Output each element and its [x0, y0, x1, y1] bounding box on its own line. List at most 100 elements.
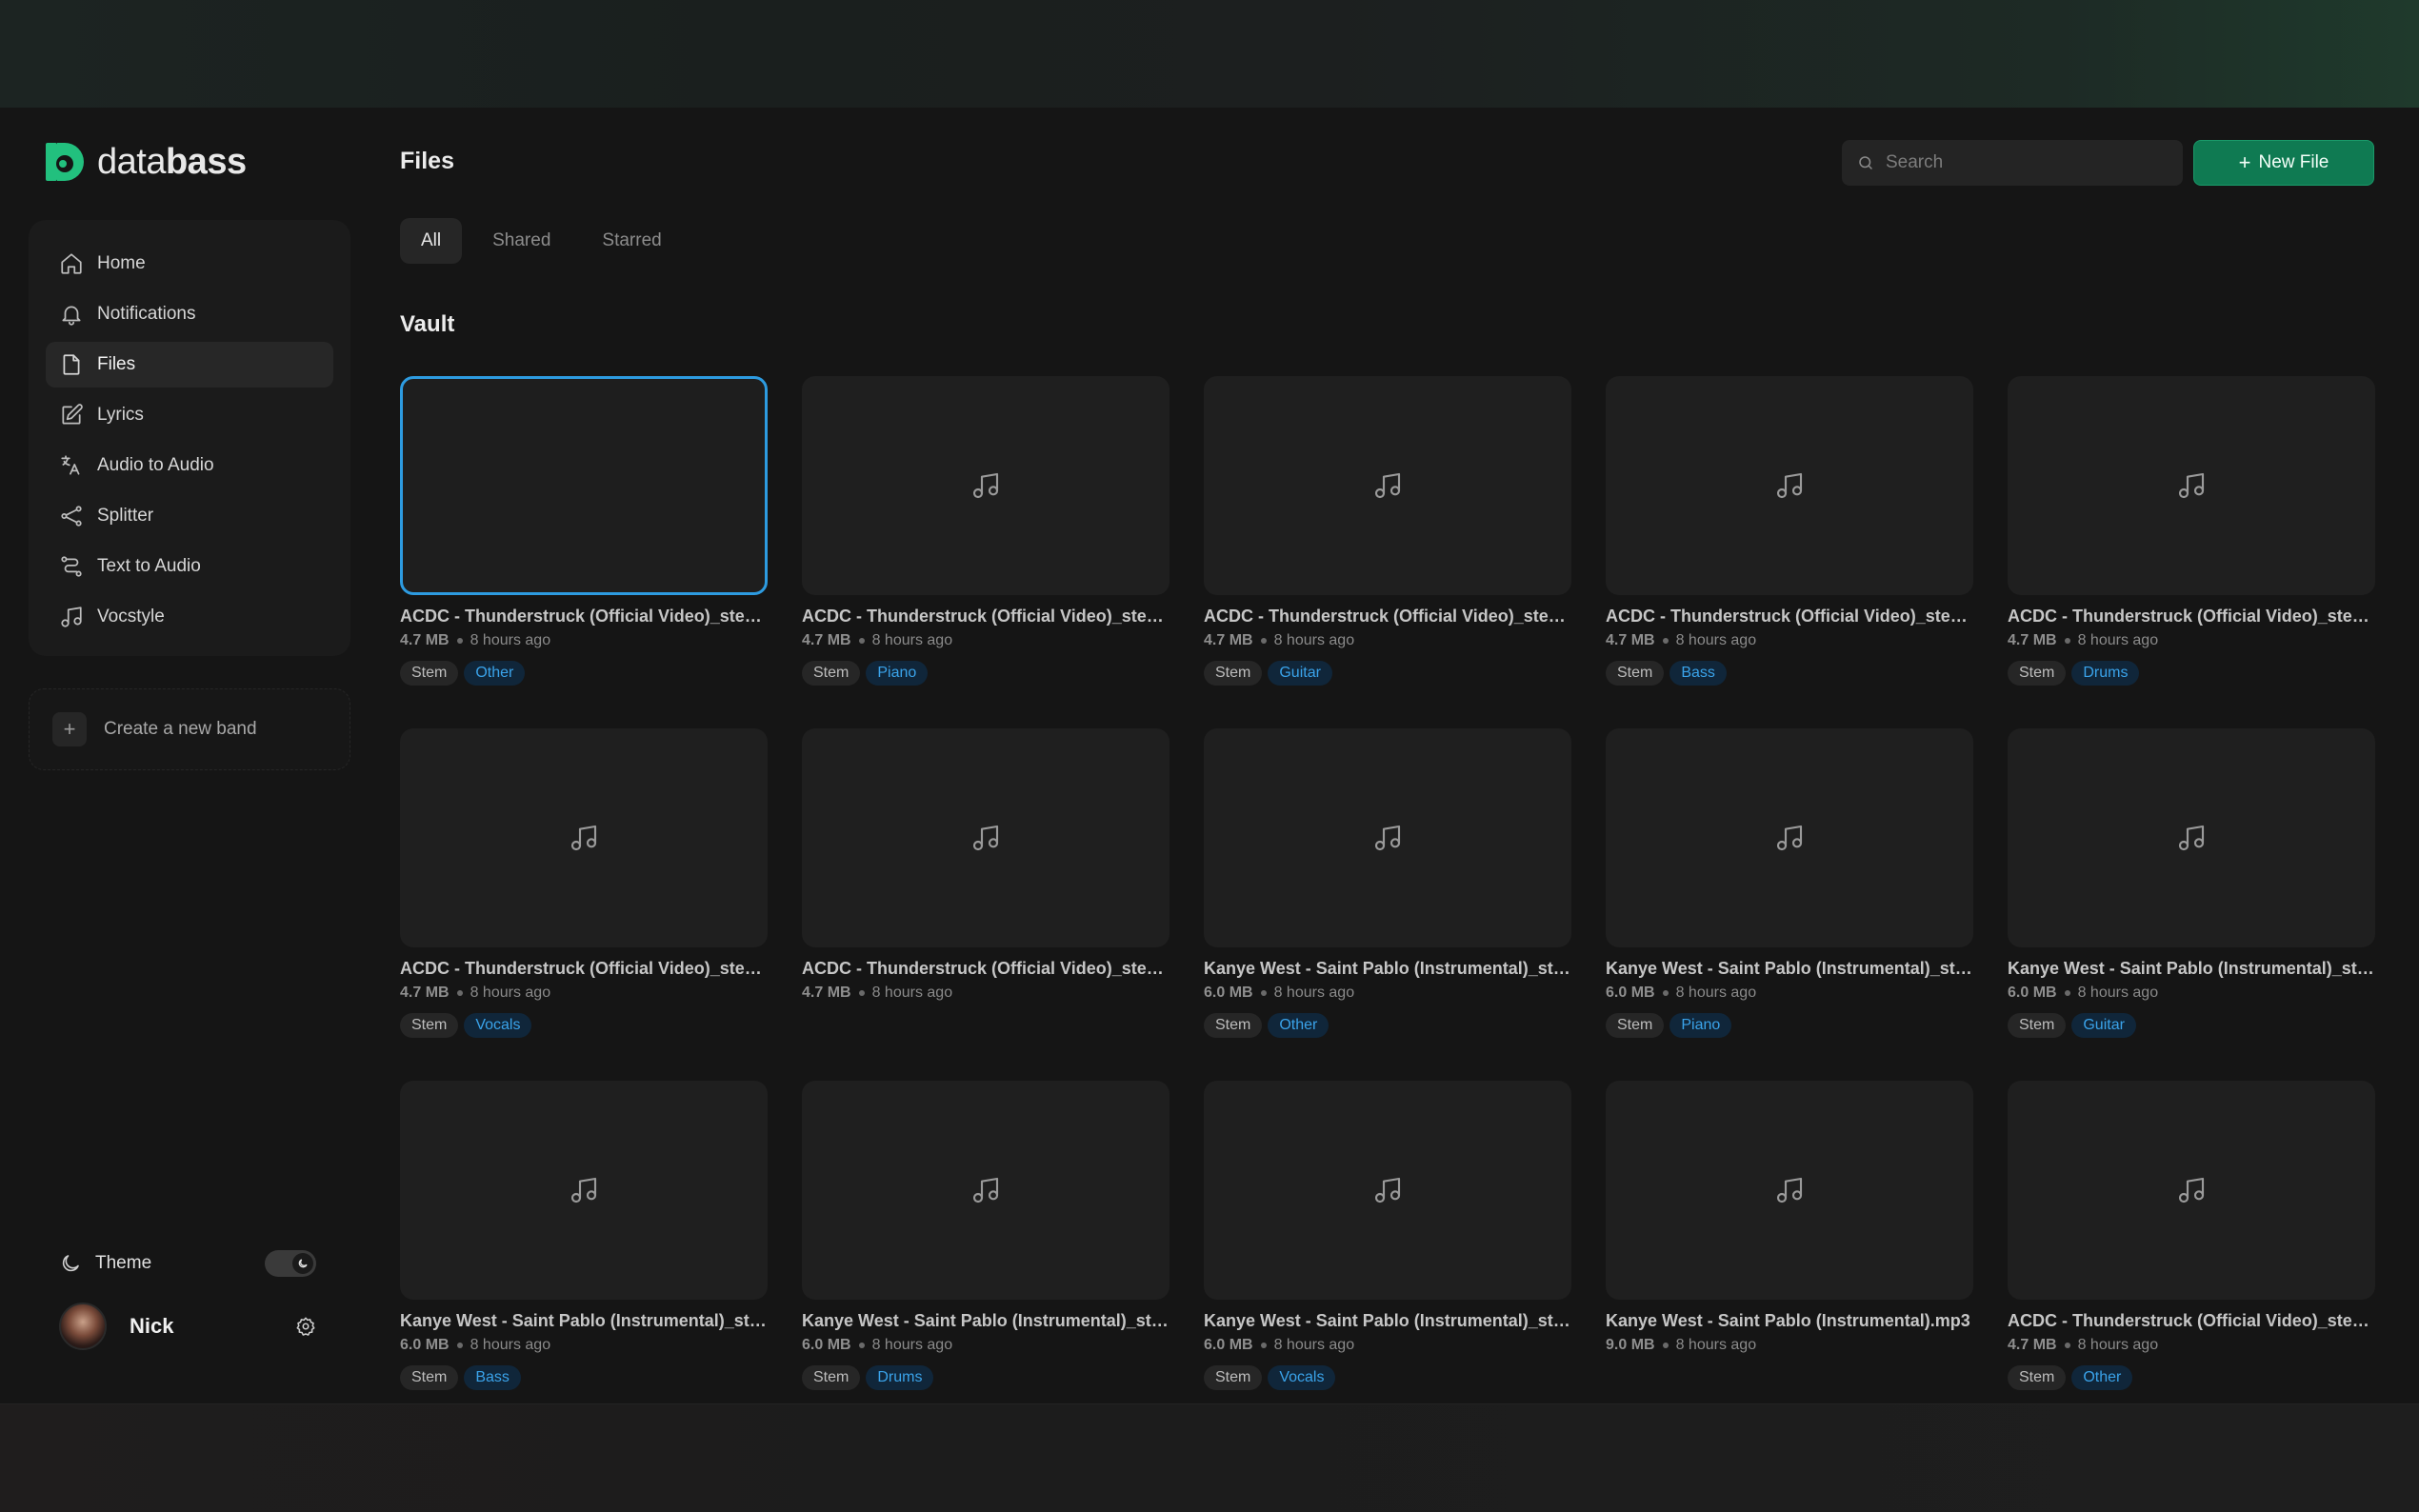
search-input[interactable] [1886, 152, 2152, 173]
avatar[interactable] [59, 1303, 107, 1350]
sidebar-item-audio-to-audio[interactable]: Audio to Audio [46, 443, 333, 488]
file-card[interactable]: Kanye West - Saint Pablo (Instrumental).… [1606, 1081, 1973, 1433]
file-name: Kanye West - Saint Pablo (Instrumental)_… [400, 1311, 768, 1330]
logo-text: databass [97, 141, 247, 182]
music-note-icon [1374, 825, 1401, 851]
user-row: Nick [59, 1300, 316, 1353]
file-size: 4.7 MB [400, 985, 450, 1001]
sidebar-item-home[interactable]: Home [46, 241, 333, 287]
file-size: 4.7 MB [400, 632, 450, 648]
file-grid: ACDC - Thunderstruck (Official Video)_st… [400, 376, 2375, 1433]
tab-all[interactable]: All [400, 218, 463, 264]
file-thumbnail[interactable] [1606, 376, 1973, 595]
file-meta: 6.0 MB 8 hours ago [1606, 985, 1973, 1002]
sidebar-item-vocstyle[interactable]: Vocstyle [46, 594, 333, 640]
file-thumbnail[interactable] [400, 1081, 768, 1300]
create-band-label: Create a new band [104, 719, 257, 739]
file-card[interactable]: Kanye West - Saint Pablo (Instrumental)_… [400, 1081, 768, 1433]
create-band-button[interactable]: + Create a new band [29, 688, 350, 770]
moon-icon [62, 1255, 79, 1272]
file-card[interactable]: Kanye West - Saint Pablo (Instrumental)_… [1606, 728, 1973, 1081]
file-thumbnail[interactable] [802, 1081, 1170, 1300]
separator-dot [858, 638, 865, 644]
file-card[interactable]: ACDC - Thunderstruck (Official Video)_st… [2008, 376, 2375, 728]
file-name: ACDC - Thunderstruck (Official Video)_st… [2008, 607, 2375, 626]
sidebar-item-text-to-audio[interactable]: Text to Audio [46, 544, 333, 589]
file-time: 8 hours ago [470, 1337, 551, 1353]
separator-dot [456, 1343, 463, 1348]
new-file-button[interactable]: + New File [2193, 140, 2374, 186]
file-time: 8 hours ago [871, 1337, 953, 1353]
file-card[interactable]: ACDC - Thunderstruck (Official Video)_st… [802, 376, 1170, 728]
file-meta: 6.0 MB 8 hours ago [400, 1337, 768, 1354]
file-thumbnail[interactable] [1204, 376, 1571, 595]
file-thumbnail[interactable] [2008, 376, 2375, 595]
file-card[interactable]: Kanye West - Saint Pablo (Instrumental)_… [1204, 728, 1571, 1081]
sidebar-item-files[interactable]: Files [46, 342, 333, 388]
file-meta: 4.7 MB 8 hours ago [802, 632, 1170, 649]
separator-dot [456, 638, 463, 644]
file-tag: Other [464, 661, 526, 686]
top-backdrop [0, 0, 2419, 108]
sidebar-item-splitter[interactable]: Splitter [46, 493, 333, 539]
file-card[interactable]: Kanye West - Saint Pablo (Instrumental)_… [2008, 728, 2375, 1081]
file-thumbnail[interactable] [1204, 728, 1571, 947]
music-note-icon [1374, 472, 1401, 499]
theme-toggle[interactable] [265, 1250, 316, 1277]
separator-dot [858, 990, 865, 996]
separator-dot [1260, 638, 1267, 644]
file-name: ACDC - Thunderstruck (Official Video)_st… [802, 607, 1170, 626]
file-meta: 4.7 MB 8 hours ago [400, 985, 768, 1002]
music-note-icon [1776, 825, 1803, 851]
tab-shared[interactable]: Shared [471, 218, 571, 264]
file-icon [63, 354, 80, 375]
file-thumbnail[interactable] [400, 376, 768, 595]
file-tag: Bass [464, 1365, 521, 1390]
file-tags [1606, 1365, 1973, 1390]
logo[interactable]: databass [44, 141, 247, 183]
file-card[interactable]: ACDC - Thunderstruck (Official Video)_st… [1606, 376, 1973, 728]
file-thumbnail[interactable] [802, 376, 1170, 595]
bell-icon [62, 306, 81, 326]
file-tags: Stem Bass [1606, 661, 1973, 686]
file-tags: Stem Drums [2008, 661, 2375, 686]
music-note-icon [2178, 472, 2205, 499]
file-meta: 4.7 MB 8 hours ago [2008, 1337, 2375, 1354]
file-time: 8 hours ago [2077, 632, 2159, 648]
file-thumbnail[interactable] [2008, 1081, 2375, 1300]
file-size: 6.0 MB [400, 1337, 450, 1353]
file-size: 4.7 MB [802, 985, 851, 1001]
file-thumbnail[interactable] [802, 728, 1170, 947]
file-card[interactable]: Kanye West - Saint Pablo (Instrumental)_… [802, 1081, 1170, 1433]
tab-starred[interactable]: Starred [581, 218, 682, 264]
file-thumbnail[interactable] [400, 728, 768, 947]
file-tag: Guitar [1268, 661, 1332, 686]
file-size: 4.7 MB [1204, 632, 1253, 648]
file-size: 6.0 MB [1204, 985, 1253, 1001]
file-tag: Stem [2008, 1013, 2067, 1038]
file-meta: 6.0 MB 8 hours ago [1204, 985, 1571, 1002]
sidebar-item-notifications[interactable]: Notifications [46, 291, 333, 337]
music-note-icon [972, 1177, 999, 1204]
file-card[interactable]: Kanye West - Saint Pablo (Instrumental)_… [1204, 1081, 1571, 1433]
file-card[interactable]: ACDC - Thunderstruck (Official Video)_st… [802, 728, 1170, 1081]
file-meta: 6.0 MB 8 hours ago [1204, 1337, 1571, 1354]
file-card[interactable]: ACDC - Thunderstruck (Official Video)_st… [400, 376, 768, 728]
file-tag: Other [2071, 1365, 2133, 1390]
file-tags: Stem Piano [802, 661, 1170, 686]
file-thumbnail[interactable] [1606, 728, 1973, 947]
file-size: 4.7 MB [2008, 632, 2057, 648]
file-thumbnail[interactable] [1204, 1081, 1571, 1300]
file-card[interactable]: ACDC - Thunderstruck (Official Video)_st… [400, 728, 768, 1081]
gear-icon[interactable] [295, 1316, 316, 1337]
file-tag: Bass [1669, 661, 1727, 686]
file-thumbnail[interactable] [2008, 728, 2375, 947]
file-tags: Stem Vocals [1204, 1365, 1571, 1390]
sidebar-item-label: Vocstyle [97, 607, 165, 627]
file-card[interactable]: ACDC - Thunderstruck (Official Video)_st… [2008, 1081, 2375, 1433]
file-thumbnail[interactable] [1606, 1081, 1973, 1300]
sidebar-item-lyrics[interactable]: Lyrics [46, 392, 333, 438]
file-card[interactable]: ACDC - Thunderstruck (Official Video)_st… [1204, 376, 1571, 728]
file-size: 9.0 MB [1606, 1337, 1655, 1353]
file-name: ACDC - Thunderstruck (Official Video)_st… [1204, 607, 1571, 626]
